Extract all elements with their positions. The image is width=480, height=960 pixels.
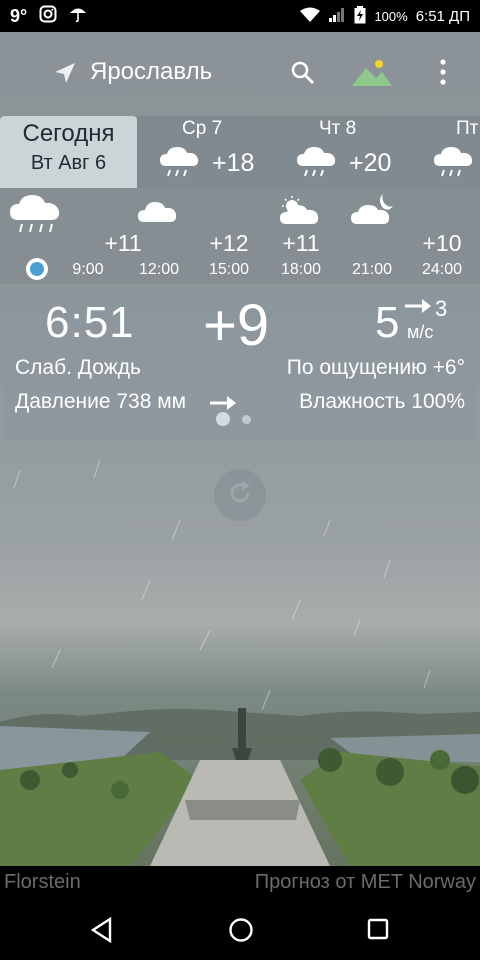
day-today-label: Сегодня <box>22 120 115 147</box>
city-name[interactable]: Ярославль <box>90 58 212 86</box>
current-temp: +9 <box>203 293 270 358</box>
day-temp: +20 <box>349 149 392 177</box>
day-today-date: Вт Авг 6 <box>30 152 107 174</box>
hourly-hour: 21:00 <box>351 261 393 278</box>
more-vert-icon[interactable] <box>438 58 448 91</box>
page-dot <box>242 414 251 424</box>
hourly-item: +11 9:00 <box>53 188 141 284</box>
page-indicator <box>216 412 251 426</box>
wind-direction-icon <box>404 296 432 321</box>
battery-icon <box>354 5 366 27</box>
pressure-text: Давление 738 мм <box>15 390 187 413</box>
day-item[interactable]: Ср 7 +18 <box>158 116 298 188</box>
day-item[interactable]: Чт 8 +20 <box>295 116 435 188</box>
instagram-icon <box>39 5 57 28</box>
day-today[interactable]: Сегодня Вт Авг 6 <box>0 116 137 188</box>
status-bar: 9° 100% 6:51 ДП <box>0 0 480 32</box>
day-item[interactable]: Пт <box>432 116 480 188</box>
footer: Florstein Прогноз от MET Norway <box>0 866 480 900</box>
current-marker-icon <box>25 257 49 286</box>
page-dot-active <box>216 412 230 426</box>
day-temp: +18 <box>212 149 255 177</box>
rain-cloud-icon <box>432 144 476 185</box>
notification-temp: 9° <box>10 5 28 26</box>
hourly-item: +10 24:00 <box>407 188 477 284</box>
rain-cloud-icon <box>158 144 202 185</box>
wifi-icon <box>300 7 321 26</box>
partly-cloudy-day-icon <box>278 196 322 231</box>
refresh-button[interactable] <box>214 469 266 521</box>
rain-cloud-icon <box>295 144 339 185</box>
forecast-source[interactable]: Прогноз от MET Norway <box>255 871 476 894</box>
cloud-icon <box>136 198 180 229</box>
condition-text: Слаб. Дождь <box>15 356 141 379</box>
location-arrow-icon[interactable] <box>54 62 76 89</box>
day-name: Пт <box>456 118 479 139</box>
hourly-item: 21:00 <box>337 188 407 284</box>
current-time: 6:51 <box>45 298 135 347</box>
hourly-forecast-row[interactable]: +11 9:00 12:00 +12 15:00 +11 18:00 21:00… <box>0 188 480 284</box>
umbrella-icon <box>69 5 87 28</box>
hourly-temp: +11 <box>282 230 320 256</box>
recents-icon[interactable] <box>366 916 390 949</box>
refresh-icon <box>226 479 254 512</box>
developer-credit[interactable]: Florstein <box>4 871 81 894</box>
partly-cloudy-night-icon <box>349 192 395 231</box>
wind-value: 3 <box>435 296 448 321</box>
battery-percent: 100% <box>374 8 408 24</box>
wind-unit: м/с <box>407 322 434 342</box>
back-icon[interactable] <box>90 916 114 949</box>
app-bar: Ярославль <box>0 32 480 116</box>
home-icon[interactable] <box>227 916 255 949</box>
hourly-hour: 12:00 <box>138 261 180 278</box>
daily-forecast-row: Сегодня Вт Авг 6 Ср 7 +18 Чт 8 +20 Пт <box>0 116 480 188</box>
hourly-hour: 24:00 <box>421 261 463 278</box>
clock: 6:51 ДП <box>415 7 470 25</box>
hourly-hour: 18:00 <box>280 261 322 278</box>
hourly-item: +11 18:00 <box>266 188 336 284</box>
humidity-text: Влажность 100% <box>299 390 465 413</box>
signal-icon <box>328 7 346 26</box>
day-name: Ср 7 <box>182 118 223 139</box>
feels-like-text: По ощущению +6° <box>286 356 465 379</box>
hourly-hour: 15:00 <box>208 261 250 278</box>
hourly-hour: 9:00 <box>72 261 104 278</box>
search-icon[interactable] <box>290 60 316 91</box>
wind-speed: 5 <box>375 298 400 347</box>
day-name: Чт 8 <box>319 118 357 139</box>
hourly-item: 12:00 <box>124 188 194 284</box>
landscape-icon[interactable] <box>352 58 392 93</box>
hourly-temp: +10 <box>422 230 462 256</box>
hourly-item: +12 15:00 <box>194 188 264 284</box>
navigation-bar <box>0 900 480 960</box>
hourly-temp: +12 <box>209 230 249 256</box>
